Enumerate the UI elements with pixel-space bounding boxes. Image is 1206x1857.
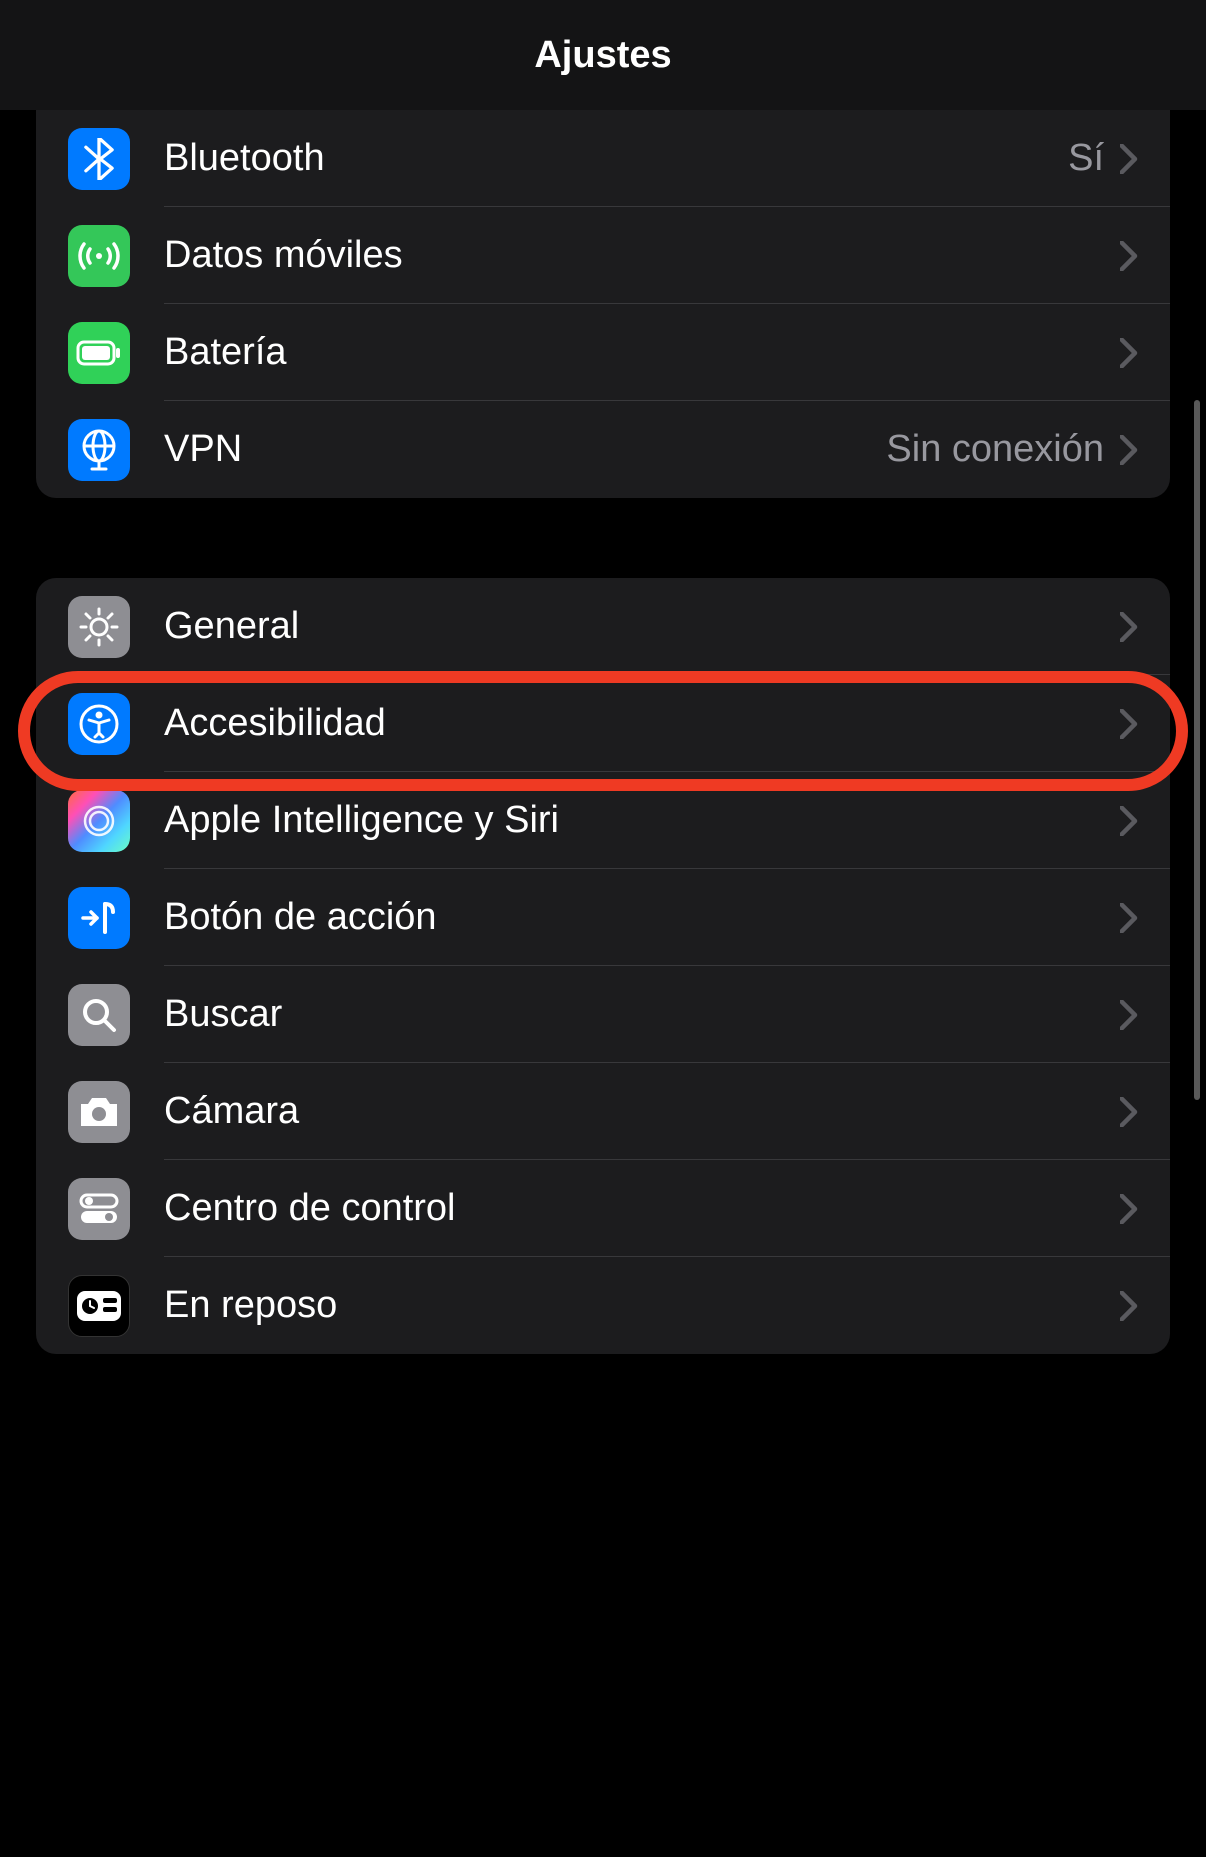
row-apple-intelligence-siri[interactable]: Apple Intelligence y Siri [36, 772, 1170, 869]
row-vpn[interactable]: VPN Sin conexión [36, 401, 1170, 498]
scrollbar[interactable] [1194, 400, 1200, 1100]
row-standby[interactable]: En reposo [36, 1257, 1170, 1354]
chevron-right-icon [1120, 1000, 1138, 1030]
chevron-right-icon [1120, 709, 1138, 739]
siri-icon [68, 790, 130, 852]
chevron-right-icon [1120, 1291, 1138, 1321]
row-action-button[interactable]: Botón de acción [36, 869, 1170, 966]
row-label: Centro de control [164, 1187, 1120, 1230]
settings-group-general: General Accesibilidad Apple Intel [36, 578, 1170, 1354]
row-mobile-data[interactable]: Datos móviles [36, 207, 1170, 304]
gear-icon [68, 596, 130, 658]
row-label: Batería [164, 331, 1120, 374]
row-camera[interactable]: Cámara [36, 1063, 1170, 1160]
chevron-right-icon [1120, 435, 1138, 465]
chevron-right-icon [1120, 241, 1138, 271]
row-label: En reposo [164, 1284, 1120, 1327]
page-title: Ajustes [534, 34, 671, 77]
row-label: Apple Intelligence y Siri [164, 799, 1120, 842]
row-label: VPN [164, 428, 886, 471]
battery-icon [68, 322, 130, 384]
header: Ajustes [0, 0, 1206, 110]
row-label: Bluetooth [164, 137, 1068, 180]
camera-icon [68, 1081, 130, 1143]
toggles-icon [68, 1178, 130, 1240]
globe-icon [68, 419, 130, 481]
row-label: General [164, 605, 1120, 648]
row-label: Buscar [164, 993, 1120, 1036]
row-control-center[interactable]: Centro de control [36, 1160, 1170, 1257]
bluetooth-icon [68, 128, 130, 190]
action-icon [68, 887, 130, 949]
row-bluetooth[interactable]: Bluetooth Sí [36, 110, 1170, 207]
chevron-right-icon [1120, 1194, 1138, 1224]
row-label: Cámara [164, 1090, 1120, 1133]
standby-icon [68, 1275, 130, 1337]
row-value: Sin conexión [886, 428, 1104, 471]
row-value: Sí [1068, 137, 1104, 180]
search-icon [68, 984, 130, 1046]
settings-group-connectivity: Bluetooth Sí Datos móviles [36, 110, 1170, 498]
row-search[interactable]: Buscar [36, 966, 1170, 1063]
row-general[interactable]: General [36, 578, 1170, 675]
row-accessibility[interactable]: Accesibilidad [36, 675, 1170, 772]
chevron-right-icon [1120, 806, 1138, 836]
chevron-right-icon [1120, 612, 1138, 642]
settings-content: Bluetooth Sí Datos móviles [0, 110, 1206, 1354]
antenna-icon [68, 225, 130, 287]
accessibility-icon [68, 693, 130, 755]
row-label: Accesibilidad [164, 702, 1120, 745]
row-battery[interactable]: Batería [36, 304, 1170, 401]
row-label: Botón de acción [164, 896, 1120, 939]
chevron-right-icon [1120, 903, 1138, 933]
chevron-right-icon [1120, 338, 1138, 368]
chevron-right-icon [1120, 1097, 1138, 1127]
chevron-right-icon [1120, 144, 1138, 174]
row-label: Datos móviles [164, 234, 1120, 277]
